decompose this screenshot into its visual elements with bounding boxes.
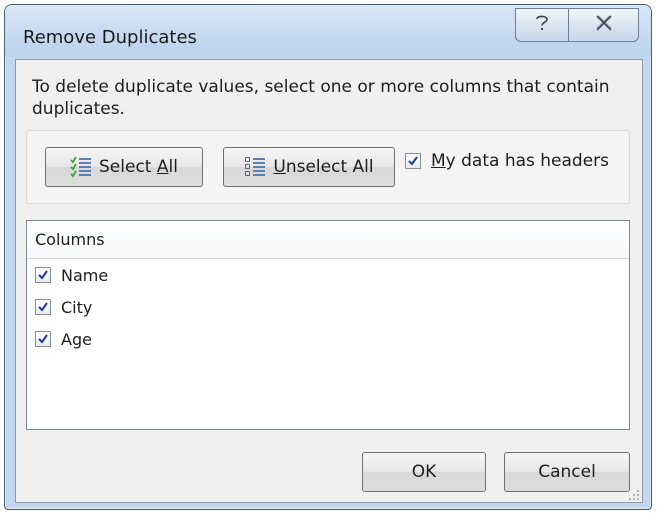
resize-grip-icon[interactable] [626,486,640,500]
column-item-label: Name [61,265,109,285]
unselect-all-button[interactable]: Unselect All [223,147,395,187]
dialog-title: Remove Duplicates [23,27,197,48]
close-button[interactable] [568,8,639,42]
remove-duplicates-dialog: Remove Duplicates To delete duplicate va… [4,4,652,510]
checkbox-checked-icon[interactable] [405,153,421,169]
caption-buttons [515,8,639,42]
select-all-button[interactable]: Select All [45,147,203,187]
column-item-city[interactable]: City [27,291,629,323]
help-button[interactable] [515,8,568,42]
columns-list[interactable]: Columns Name City Age [26,220,630,430]
ok-button[interactable]: OK [362,452,486,492]
options-group: Select All Unselect All My data has head… [26,130,630,204]
select-all-list-icon [70,156,92,178]
column-item-name[interactable]: Name [27,259,629,291]
checkbox-checked-icon[interactable] [35,299,51,315]
checkbox-checked-icon[interactable] [35,267,51,283]
columns-list-header[interactable]: Columns [27,221,629,259]
my-data-has-headers-checkbox[interactable]: My data has headers [405,151,609,171]
column-item-age[interactable]: Age [27,323,629,355]
column-item-label: City [61,297,93,317]
instruction-text: To delete duplicate values, select one o… [32,77,610,119]
title-bar[interactable]: Remove Duplicates [5,5,651,57]
checkbox-checked-icon[interactable] [35,331,51,347]
my-data-has-headers-label: My data has headers [431,151,610,171]
select-all-label: Select All [99,157,178,177]
close-x-icon [595,14,613,36]
question-mark-icon [535,14,549,37]
dialog-body: To delete duplicate values, select one o… [15,59,643,503]
unselect-all-list-icon [244,156,266,178]
unselect-all-label: Unselect All [273,157,374,177]
column-item-label: Age [61,329,92,349]
cancel-button[interactable]: Cancel [504,452,630,492]
